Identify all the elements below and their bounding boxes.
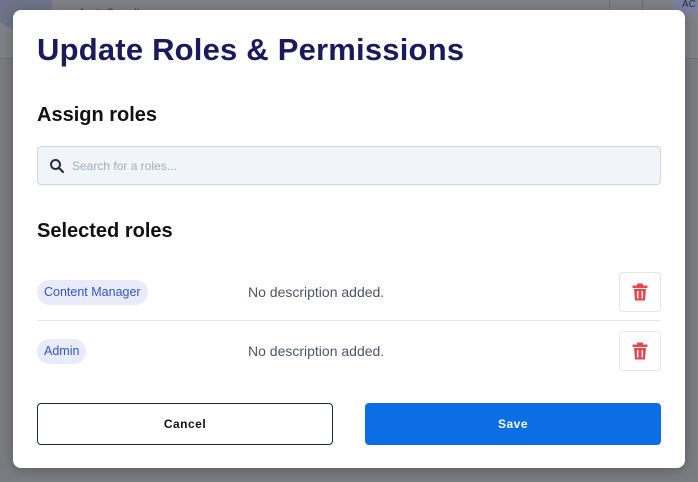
assign-roles-title: Assign roles [37,104,158,126]
selected-role-row: Admin No description added. [37,321,661,379]
role-description: No description added. [248,343,385,359]
update-roles-modal: Update Roles & Permissions Assign roles … [13,10,685,468]
role-tag: Content Manager [37,280,148,305]
selected-role-row: Content Manager No description added. [37,262,661,321]
delete-role-button[interactable] [619,331,661,371]
role-search-input[interactable] [72,147,652,184]
role-tag: Admin [37,339,87,364]
trash-icon [632,283,648,301]
trash-icon [632,342,648,360]
selected-roles-title: Selected roles [37,220,173,242]
save-button[interactable]: Save [365,403,661,445]
cancel-button[interactable]: Cancel [37,403,333,445]
delete-role-button[interactable] [619,272,661,312]
search-icon [50,159,65,174]
modal-title: Update Roles & Permissions [37,32,465,67]
role-description: No description added. [248,284,385,300]
role-search-box[interactable] [37,146,661,185]
